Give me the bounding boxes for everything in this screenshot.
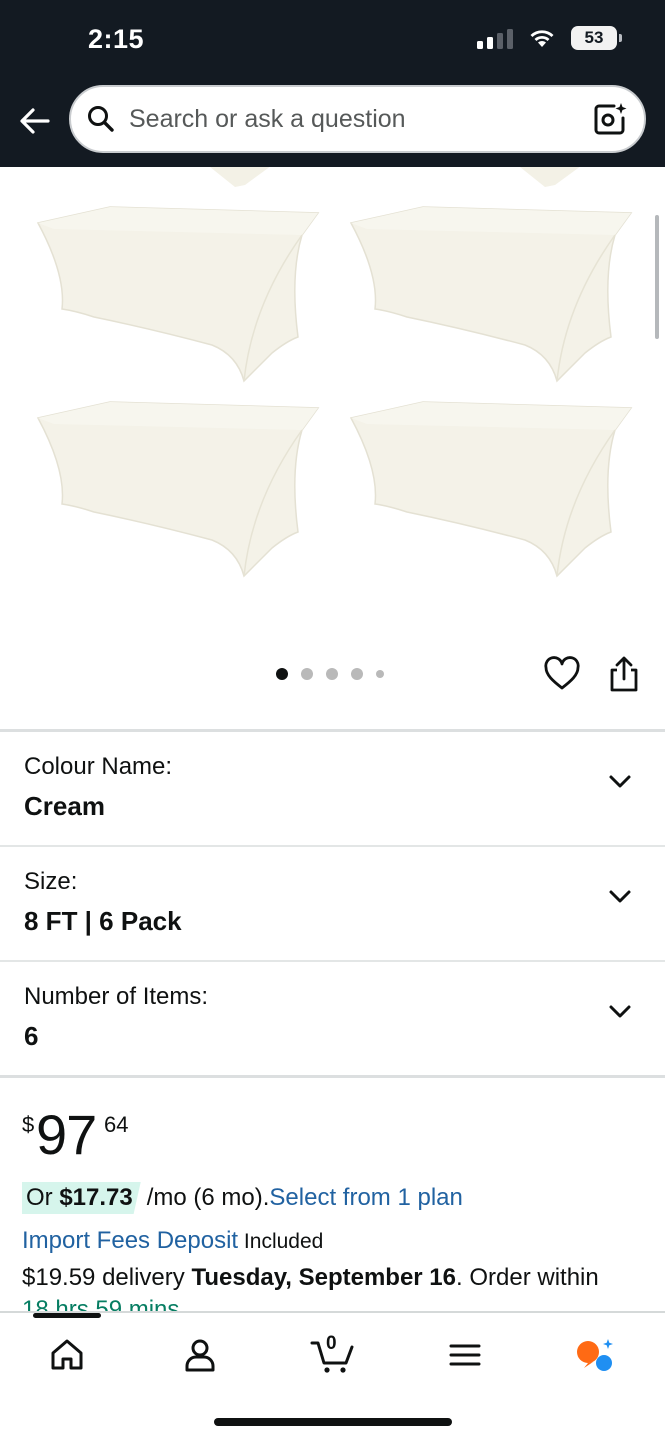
account-icon[interactable] xyxy=(180,1335,220,1375)
product-image-table xyxy=(349,206,633,383)
pagination-dot[interactable] xyxy=(351,668,363,680)
pagination-dot[interactable] xyxy=(326,668,338,680)
gallery-pagination-dots[interactable] xyxy=(276,668,384,680)
status-time: 2:15 xyxy=(88,24,145,54)
product-image-fragment xyxy=(520,167,580,187)
product-image-gallery[interactable] xyxy=(0,167,665,727)
search-input[interactable]: Search or ask a question xyxy=(69,85,646,153)
variation-colour[interactable]: Colour Name: Cream xyxy=(0,731,665,844)
search-placeholder: Search or ask a question xyxy=(129,104,406,133)
variation-value: 6 xyxy=(24,1021,39,1051)
plan-prefix: Or xyxy=(26,1184,60,1211)
import-fees-line: Import Fees Deposit Included xyxy=(22,1227,323,1255)
plan-suffix: /mo (6 mo). xyxy=(146,1184,270,1211)
home-indicator-bar[interactable] xyxy=(214,1418,452,1426)
variation-label: Size: xyxy=(24,868,78,895)
page-scrollbar[interactable] xyxy=(655,215,659,339)
back-arrow-icon[interactable] xyxy=(18,104,52,138)
product-image-table xyxy=(36,401,320,578)
cellular-signal-icon xyxy=(477,27,513,49)
search-icon xyxy=(88,106,114,132)
cart-count: 0 xyxy=(326,1333,337,1354)
select-plan-link[interactable]: Select from 1 plan xyxy=(269,1184,462,1212)
price-whole: 97 xyxy=(36,1103,97,1166)
variation-value: 8 FT | 6 Pack xyxy=(24,906,182,936)
import-fees-link[interactable]: Import Fees Deposit xyxy=(22,1227,238,1254)
pagination-dot[interactable] xyxy=(376,670,384,678)
share-icon[interactable] xyxy=(607,655,641,693)
import-fees-text: Included xyxy=(238,1230,324,1253)
product-image-fragment xyxy=(210,167,270,187)
heart-icon[interactable] xyxy=(543,656,581,692)
battery-indicator: 53 xyxy=(571,26,622,50)
monthly-plan-badge: Or $17.73 xyxy=(22,1182,141,1214)
chevron-down-icon xyxy=(609,890,631,903)
status-icons: 53 xyxy=(477,26,622,50)
chevron-down-icon xyxy=(609,775,631,788)
menu-icon[interactable] xyxy=(445,1335,485,1375)
variation-label: Number of Items: xyxy=(24,983,209,1010)
pagination-dot-active[interactable] xyxy=(276,668,288,680)
active-tab-indicator xyxy=(33,1313,101,1318)
top-bar: 2:15 53 Search or ask a question xyxy=(0,0,665,167)
home-icon[interactable] xyxy=(47,1335,87,1375)
price-fraction: 64 xyxy=(104,1112,129,1137)
cart-button[interactable]: 0 xyxy=(310,1333,356,1375)
delivery-suffix: . Order within xyxy=(456,1264,599,1291)
product-image-table xyxy=(349,401,633,578)
delivery-prefix: $19.59 delivery xyxy=(22,1264,192,1291)
variation-size[interactable]: Size: 8 FT | 6 Pack xyxy=(0,846,665,959)
variation-value: Cream xyxy=(24,791,105,821)
pagination-dot[interactable] xyxy=(301,668,313,680)
variation-number-of-items[interactable]: Number of Items: 6 xyxy=(0,961,665,1074)
section-divider xyxy=(0,1075,665,1078)
delivery-line: $19.59 delivery Tuesday, September 16. O… xyxy=(22,1264,599,1292)
price-symbol: $ xyxy=(22,1112,35,1137)
monthly-plan-line: Or $17.73 /mo (6 mo). Select from 1 plan xyxy=(22,1182,463,1214)
camera-lens-icon[interactable] xyxy=(592,101,628,137)
wifi-icon xyxy=(530,30,554,47)
product-image-table xyxy=(36,206,320,383)
plan-amount: $17.73 xyxy=(59,1184,133,1211)
variation-label: Colour Name: xyxy=(24,753,173,780)
delivery-date: Tuesday, September 16 xyxy=(191,1264,457,1291)
chevron-down-icon xyxy=(609,1005,631,1018)
rufus-assistant-icon[interactable] xyxy=(575,1335,615,1375)
bottom-navigation: 0 xyxy=(0,1311,665,1440)
